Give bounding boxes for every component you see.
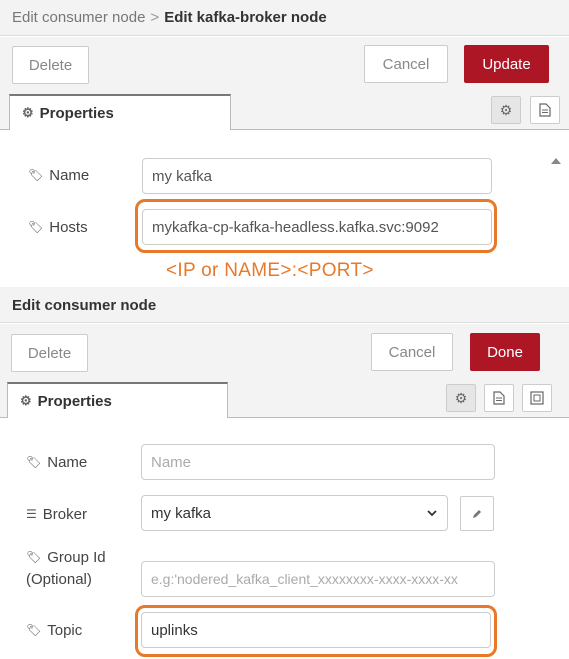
cancel-button[interactable]: Cancel xyxy=(364,45,448,83)
group-id-input[interactable]: e.g:'nodered_kafka_client_xxxxxxxx-xxxx-… xyxy=(141,561,495,597)
tab-label: Properties xyxy=(39,104,114,122)
update-button[interactable]: Update xyxy=(464,45,549,83)
name-input[interactable]: Name xyxy=(141,444,495,480)
cancel-button[interactable]: Cancel xyxy=(371,333,453,371)
document-icon xyxy=(493,391,505,405)
gear-icon: ⚙ xyxy=(454,389,468,406)
group-id-optional-label: (Optional) xyxy=(26,570,92,588)
bottom-body: 🏷 Name Name ☰ Broker my kafka 🏷 Group Id… xyxy=(0,419,569,659)
hosts-label: 🏷 Hosts xyxy=(28,218,88,236)
bottom-tabbar: ⚙ Properties ⚙ xyxy=(0,380,569,418)
group-id-label: 🏷 Group Id xyxy=(26,548,106,566)
page-title: Edit consumer node xyxy=(12,297,157,314)
broker-select[interactable]: my kafka xyxy=(141,495,448,531)
bottom-toolbar: Delete Cancel Done xyxy=(0,324,569,380)
settings-gear-button[interactable]: ⚙ xyxy=(491,96,521,124)
appearance-button[interactable] xyxy=(522,384,552,412)
list-icon: ☰ xyxy=(26,507,37,521)
name-input[interactable]: my kafka xyxy=(142,158,492,194)
format-annotation: <IP or NAME>:<PORT> xyxy=(166,260,374,281)
tag-icon: 🏷 xyxy=(28,168,44,182)
tag-icon: 🏷 xyxy=(26,623,42,637)
tag-icon: 🏷 xyxy=(26,455,42,469)
tag-icon: 🏷 xyxy=(28,220,44,234)
hosts-input[interactable]: mykafka-cp-kafka-headless.kafka.svc:9092 xyxy=(142,209,492,245)
tag-icon: 🏷 xyxy=(26,550,42,564)
delete-button[interactable]: Delete xyxy=(11,334,88,372)
description-button[interactable] xyxy=(484,384,514,412)
bottom-header: Edit consumer node xyxy=(0,287,569,323)
breadcrumb: Edit consumer node > Edit kafka-broker nod… xyxy=(12,9,327,26)
scroll-up-arrow[interactable] xyxy=(551,157,561,165)
edit-broker-button[interactable] xyxy=(460,496,494,531)
top-tabbar: ⚙ Properties ⚙ xyxy=(0,92,569,130)
chevron-down-icon xyxy=(427,509,437,516)
gear-icon: ⚙ xyxy=(499,101,513,118)
gear-icon: ⚙ xyxy=(22,105,34,120)
broker-label: ☰ Broker xyxy=(26,505,87,523)
tab-label: Properties xyxy=(37,392,112,410)
settings-gear-button[interactable]: ⚙ xyxy=(446,384,476,412)
name-label: 🏷 Name xyxy=(28,166,90,184)
broker-select-value: my kafka xyxy=(151,504,212,522)
top-header: Edit consumer node > Edit kafka-broker nod… xyxy=(0,0,569,36)
frame-icon xyxy=(530,391,544,405)
top-body: 🏷 Name my kafka 🏷 Hosts mykafka-cp-kafka… xyxy=(0,131,569,256)
name-label: 🏷 Name xyxy=(26,453,88,471)
top-toolbar: Delete Cancel Update xyxy=(0,37,569,92)
tab-properties[interactable]: ⚙ Properties xyxy=(9,94,231,130)
topic-label: 🏷 Topic xyxy=(26,621,83,639)
pencil-icon xyxy=(473,509,481,518)
topic-input[interactable]: uplinks xyxy=(141,612,491,648)
breadcrumb-current: Edit kafka-broker node xyxy=(164,9,327,26)
gear-icon: ⚙ xyxy=(20,393,32,408)
breadcrumb-separator: > xyxy=(150,9,160,26)
done-button[interactable]: Done xyxy=(470,333,540,371)
breadcrumb-parent[interactable]: Edit consumer node xyxy=(12,9,145,26)
document-icon xyxy=(539,103,551,117)
tab-properties[interactable]: ⚙ Properties xyxy=(7,382,228,418)
description-button[interactable] xyxy=(530,96,560,124)
delete-button[interactable]: Delete xyxy=(12,46,89,84)
